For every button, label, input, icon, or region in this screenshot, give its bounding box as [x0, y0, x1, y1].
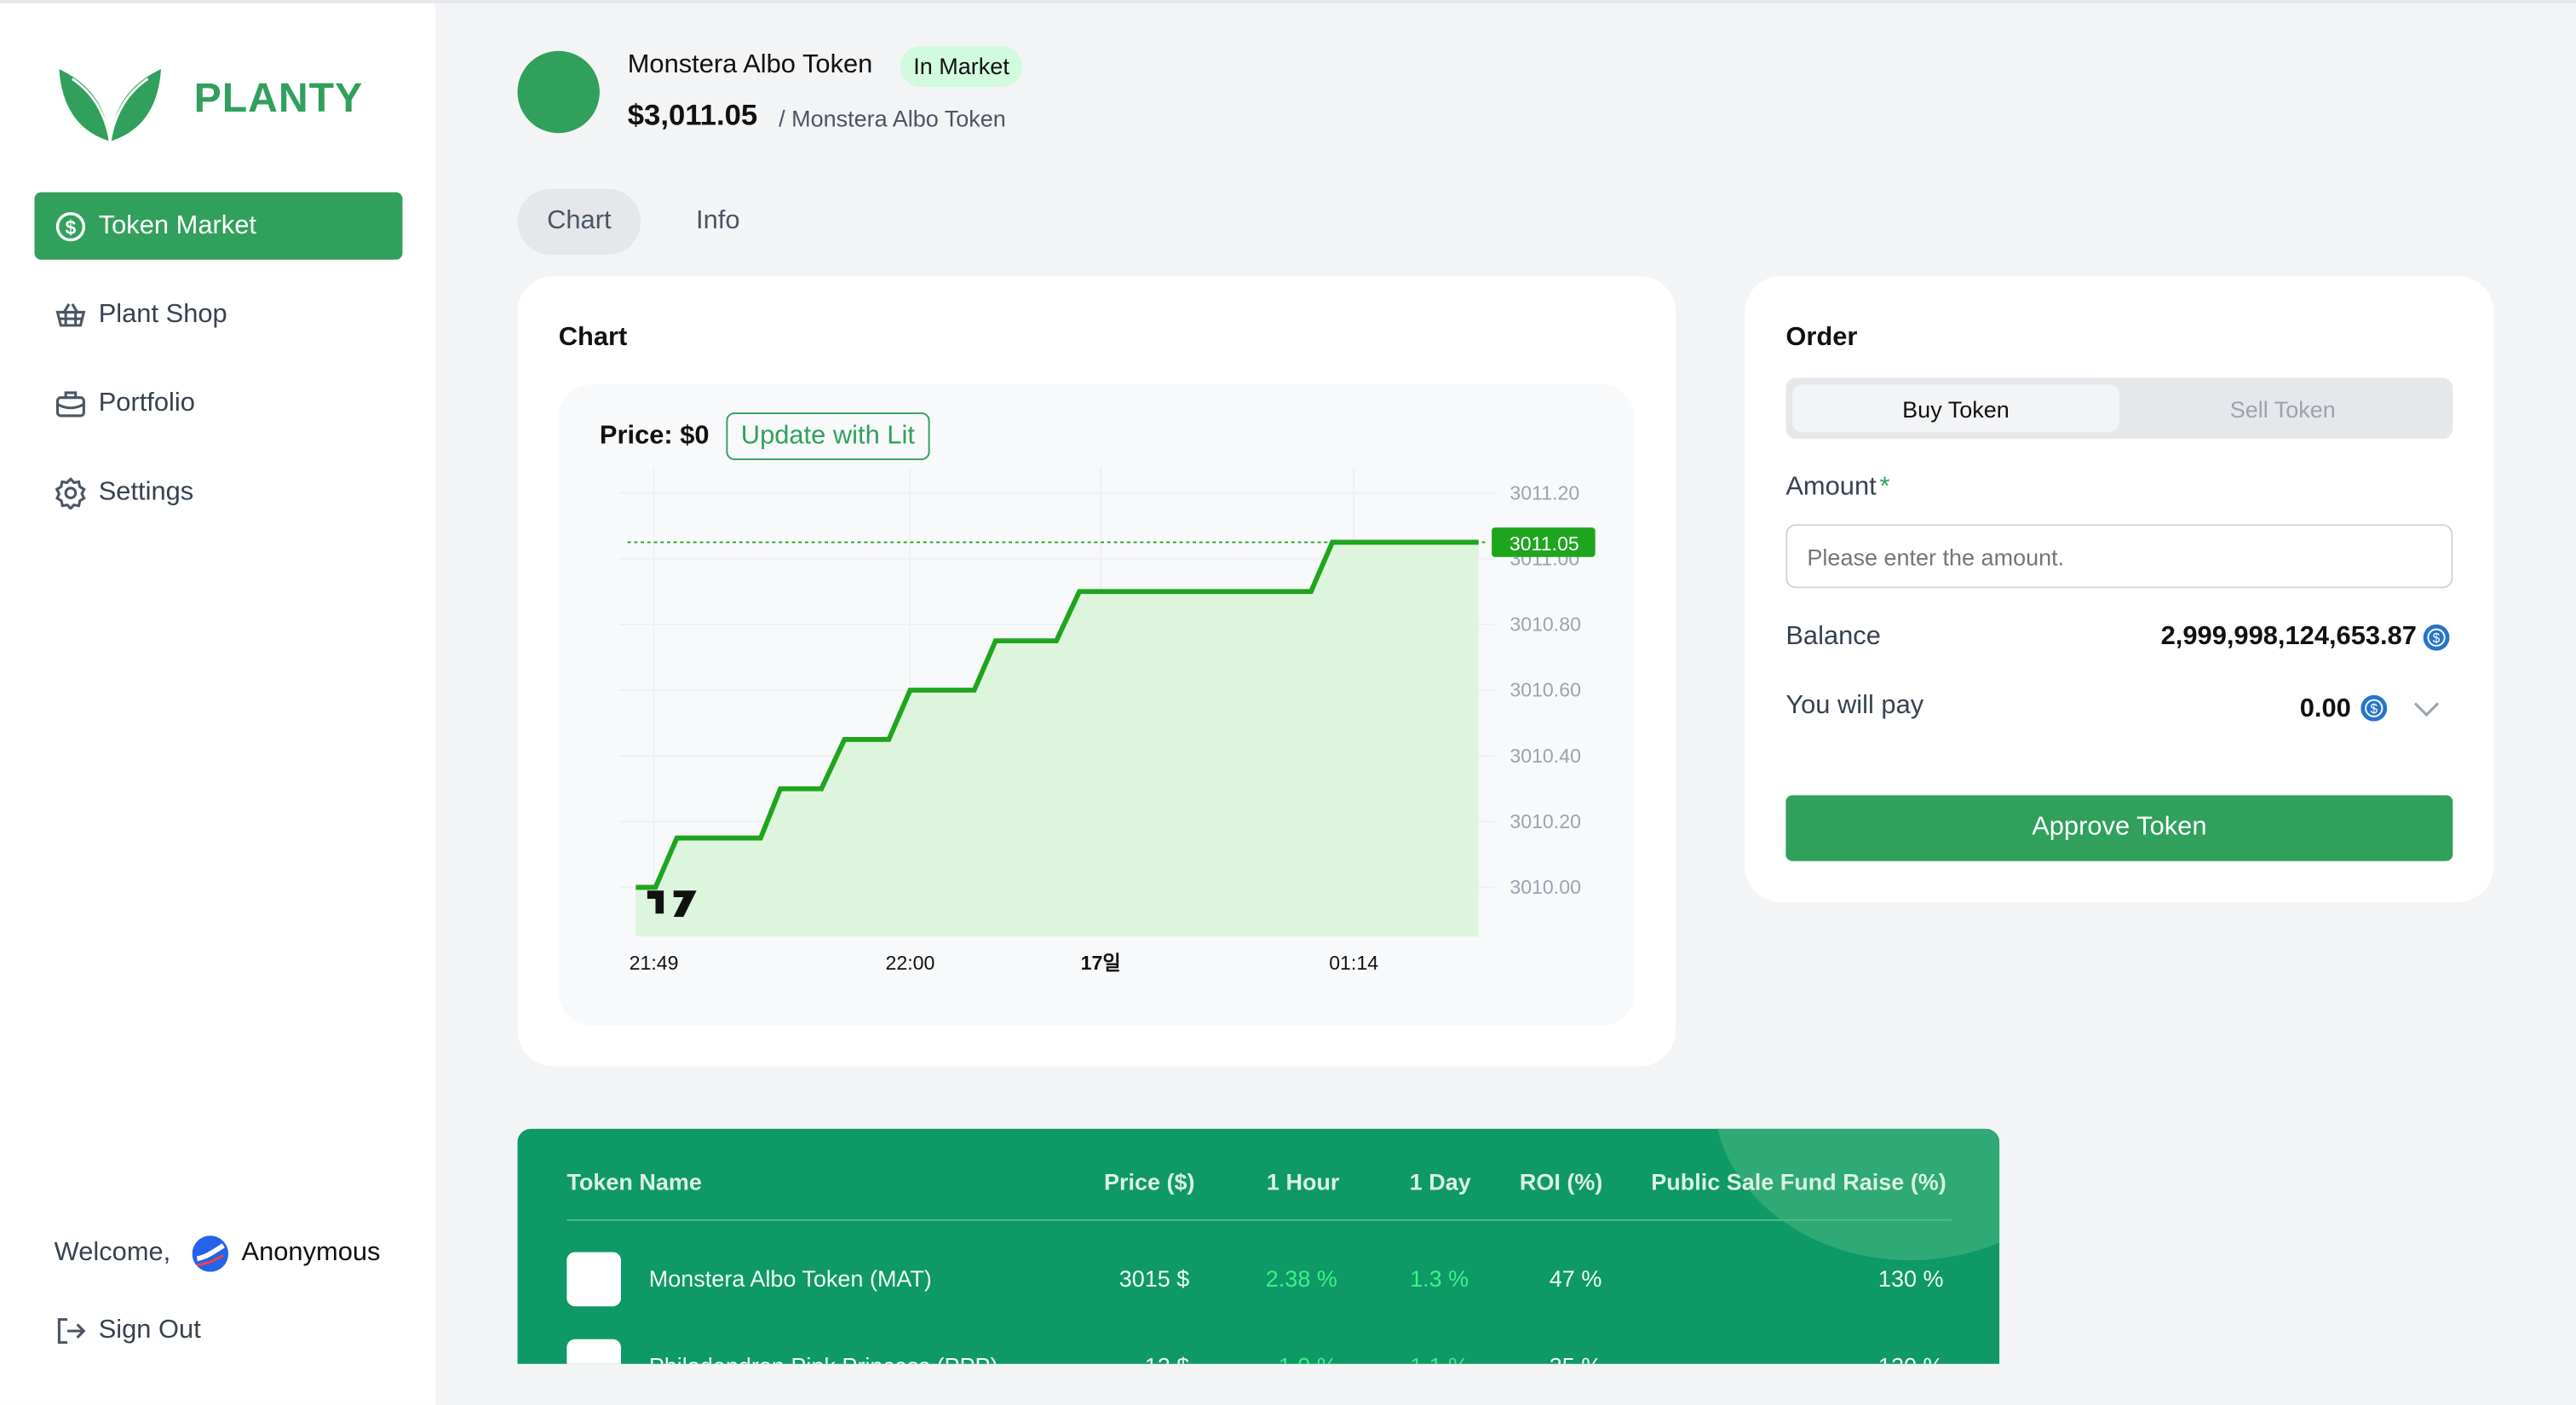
sell-token-tab[interactable]: Sell Token	[2119, 384, 2447, 432]
x-tick-label: 01:14	[1329, 952, 1378, 974]
status-badge: In Market	[900, 45, 1023, 88]
token-unit: / Monstera Albo Token	[779, 105, 1006, 132]
basket-icon	[55, 298, 88, 331]
sidebar: PLANTY $ Token Market Plant Shop Portfol…	[0, 0, 436, 1405]
usdc-coin-icon: $	[2360, 694, 2388, 722]
you-will-pay-label: You will pay	[1785, 691, 1924, 720]
y-tick-label: 3010.40	[1509, 745, 1581, 767]
y-tick-label: 3011.20	[1509, 481, 1579, 504]
pay-value: 0.00	[2299, 694, 2351, 723]
svg-text:$: $	[2433, 631, 2441, 646]
table-body: Monstera Albo Token (MAT) 3015 $ 2.38 % …	[517, 1224, 1999, 1364]
cell-public-sale: 120 %	[1878, 1352, 1944, 1364]
sign-out-icon	[57, 1318, 86, 1345]
balance-value: 2,999,998,124,653.87	[2160, 622, 2417, 651]
table-row[interactable]: Monstera Albo Token (MAT) 3015 $ 2.38 % …	[517, 1224, 1999, 1323]
cell-1-hour: 2.38 %	[1265, 1264, 1337, 1292]
table-divider	[566, 1218, 1952, 1221]
cell-roi: 35 %	[1550, 1352, 1602, 1364]
brand-name: PLANTY	[193, 75, 364, 122]
cell-price: 3015 $	[1118, 1264, 1190, 1292]
token-icon	[566, 1339, 621, 1364]
sign-out-button[interactable]: Sign Out	[55, 1315, 201, 1348]
header-1-day: 1 Day	[1409, 1168, 1471, 1195]
cell-roi: 47 %	[1549, 1264, 1602, 1292]
cell-1-day: 1.1 %	[1410, 1352, 1469, 1364]
required-asterisk: *	[1879, 473, 1890, 502]
order-title: Order	[1785, 323, 1858, 352]
last-price-label: 3011.05	[1509, 533, 1579, 555]
svg-text:$: $	[65, 216, 76, 238]
balance-label: Balance	[1785, 622, 1881, 651]
sidebar-item-label: Settings	[98, 477, 194, 506]
header-roi: ROI (%)	[1519, 1168, 1603, 1195]
header-1-hour: 1 Hour	[1266, 1168, 1340, 1195]
sidebar-item-label: Token Market	[98, 210, 256, 239]
header-price: Price ($)	[1103, 1168, 1195, 1195]
buy-token-tab[interactable]: Buy Token	[1792, 384, 2119, 433]
welcome-label: Welcome,	[54, 1239, 171, 1267]
cell-token-name: Philodendron Pink Princess (PPP)	[649, 1352, 998, 1364]
gear-icon	[55, 475, 88, 509]
sidebar-item-settings[interactable]: Settings	[34, 458, 402, 526]
planty-logo-icon	[59, 68, 161, 142]
token-icon	[566, 1252, 621, 1307]
header-public-sale: Public Sale Fund Raise (%)	[1651, 1168, 1946, 1195]
sign-out-label: Sign Out	[98, 1316, 201, 1345]
sidebar-item-label: Portfolio	[98, 389, 195, 417]
x-tick-label: 22:00	[885, 952, 934, 974]
cell-1-hour: 1.0 %	[1279, 1352, 1337, 1364]
svg-text:$: $	[2370, 702, 2378, 717]
cell-token-name: Monstera Albo Token (MAT)	[648, 1264, 932, 1292]
price-chart[interactable]: 3011.203011.003010.803010.603010.403010.…	[559, 384, 1635, 1025]
token-price: $3,011.05	[627, 98, 758, 132]
chevron-down-icon[interactable]	[2412, 699, 2441, 718]
area-fill	[635, 542, 1479, 937]
sidebar-item-portfolio[interactable]: Portfolio	[34, 370, 402, 437]
top-border	[435, 0, 2576, 3]
approve-token-button[interactable]: Approve Token	[1785, 795, 2453, 861]
dollar-circle-icon: $	[55, 210, 88, 243]
sidebar-item-plant-shop[interactable]: Plant Shop	[34, 281, 402, 348]
cell-price: 12 $	[1145, 1352, 1190, 1364]
tab-info[interactable]: Info	[665, 189, 770, 255]
x-tick-label: 21:49	[630, 952, 679, 974]
y-tick-label: 3010.00	[1509, 876, 1581, 898]
avatar	[192, 1235, 229, 1272]
token-name: Monstera Albo Token	[627, 50, 873, 79]
amount-label: Amount	[1785, 473, 1877, 502]
chart-card-title: Chart	[558, 323, 628, 352]
amount-input[interactable]	[1785, 524, 2453, 589]
cell-1-day: 1.3 %	[1410, 1264, 1469, 1292]
x-tick-label: 17일	[1081, 952, 1121, 974]
token-avatar	[517, 50, 600, 134]
y-tick-label: 3010.20	[1509, 810, 1581, 832]
table-row[interactable]: Philodendron Pink Princess (PPP) 12 $ 1.…	[517, 1322, 1999, 1364]
y-tick-label: 3010.80	[1509, 613, 1581, 636]
tab-chart[interactable]: Chart	[517, 188, 641, 255]
user-name: Anonymous	[241, 1239, 381, 1267]
cell-public-sale: 130 %	[1877, 1264, 1944, 1292]
usdc-coin-icon: $	[2423, 624, 2450, 651]
sidebar-item-token-market[interactable]: $ Token Market	[34, 192, 403, 260]
y-tick-label: 3010.60	[1509, 679, 1581, 701]
header-token-name: Token Name	[566, 1168, 702, 1195]
briefcase-icon	[55, 387, 88, 420]
sidebar-item-label: Plant Shop	[98, 299, 227, 328]
